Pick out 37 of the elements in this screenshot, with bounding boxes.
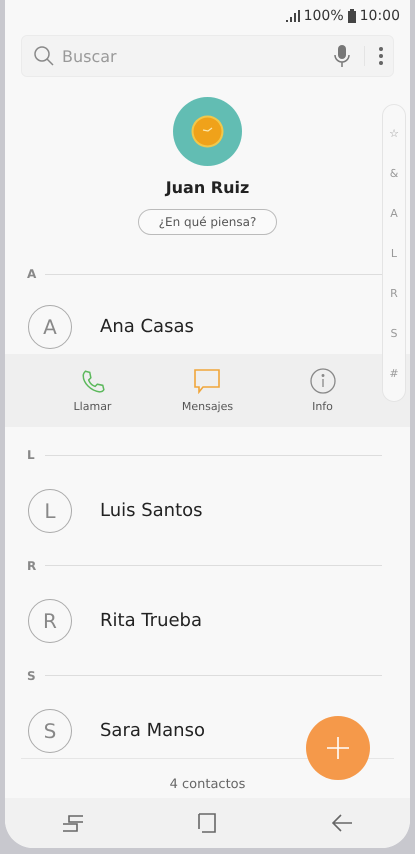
more-options-icon[interactable] (379, 47, 383, 65)
contact-name: Luis Santos (100, 500, 203, 521)
action-button[interactable]: Info (302, 354, 344, 427)
action-button[interactable]: Mensajes (174, 354, 242, 427)
search-icon (34, 46, 54, 66)
contact-name: Ana Casas (100, 316, 194, 337)
microphone-icon[interactable] (334, 45, 350, 67)
section-letter: R (27, 558, 37, 572)
contact-initial: L (28, 488, 72, 532)
plus-icon (327, 737, 349, 759)
battery-icon (348, 9, 356, 23)
contact-initial: R (28, 598, 72, 642)
speech-bubble-icon (193, 368, 222, 394)
contact-row[interactable]: L Luis Santos (5, 483, 410, 538)
status-button[interactable]: ¿En qué piensa? (138, 209, 278, 235)
section-letter: A (27, 267, 37, 281)
signal-icon (286, 10, 300, 22)
contact-name: Rita Trueba (100, 610, 202, 631)
action-button[interactable]: Llamar (66, 354, 120, 427)
search-field[interactable]: Buscar (60, 46, 328, 66)
info-icon (310, 368, 336, 394)
section-letter: L (27, 448, 36, 462)
contact-row[interactable]: S Sara Manso (5, 703, 410, 758)
contact-name: Sara Manso (100, 720, 205, 741)
section-letter: S (27, 668, 37, 682)
contact-count: 4 contactos (170, 777, 246, 792)
clock: 10:00 (360, 8, 400, 24)
battery-percent: 100% (304, 8, 344, 24)
contact-initial: S (28, 708, 72, 752)
back-icon (332, 814, 352, 832)
home-icon (198, 813, 216, 833)
contact-row[interactable]: R Rita Trueba (5, 593, 410, 648)
search-bar[interactable]: Buscar (21, 35, 394, 77)
contact-initial: A (28, 304, 72, 348)
profile-name: Juan Ruiz (166, 178, 250, 197)
recent-apps-icon (62, 814, 83, 832)
phone-icon (80, 368, 106, 394)
